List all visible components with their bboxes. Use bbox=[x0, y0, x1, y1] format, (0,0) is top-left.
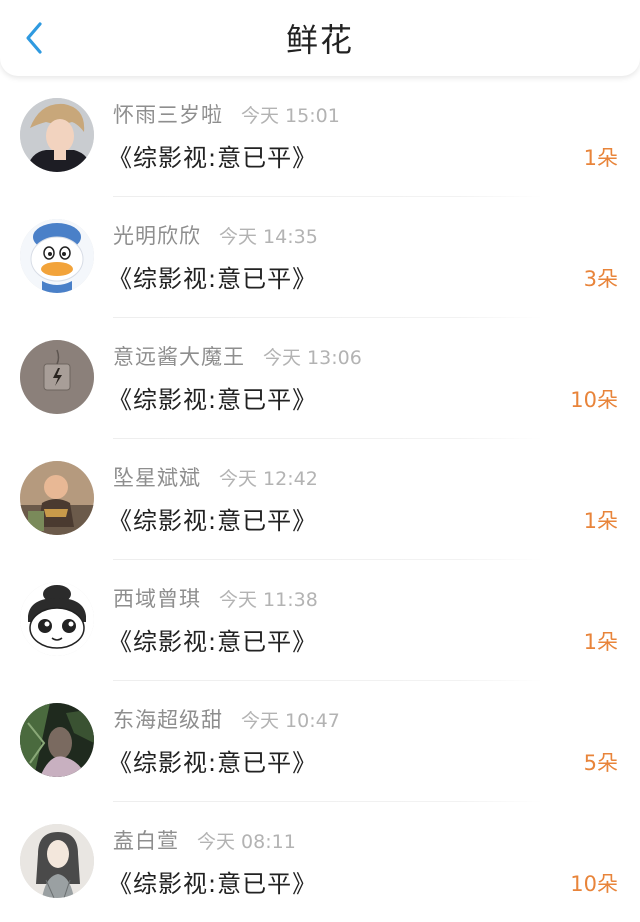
book-title[interactable]: 《综影视:意已平》 bbox=[108, 743, 317, 778]
username[interactable]: 西域曾琪 bbox=[113, 583, 201, 613]
item-meta: 东海超级甜 今天 10:47 bbox=[113, 703, 340, 735]
list-item[interactable]: 意远酱大魔王 今天 13:06 《综影视:意已平》 10朵 bbox=[0, 318, 640, 439]
list-item[interactable]: 东海超级甜 今天 10:47 《综影视:意已平》 5朵 bbox=[0, 681, 640, 802]
page-title: 鲜花 bbox=[285, 21, 354, 59]
book-title[interactable]: 《综影视:意已平》 bbox=[108, 259, 317, 294]
item-meta: 坠星斌斌 今天 12:42 bbox=[113, 461, 318, 493]
nav-header: 鲜花 bbox=[0, 0, 640, 76]
flower-count: 1朵 bbox=[583, 146, 618, 170]
book-title[interactable]: 《综影视:意已平》 bbox=[108, 501, 317, 536]
avatar-cartoon-face[interactable] bbox=[20, 582, 94, 656]
book-title[interactable]: 《综影视:意已平》 bbox=[108, 622, 317, 657]
list-item[interactable]: 光明欣欣 今天 14:35 《综影视:意已平》 3朵 bbox=[0, 197, 640, 318]
book-title[interactable]: 《综影视:意已平》 bbox=[108, 380, 317, 415]
timestamp: 今天 15:01 bbox=[241, 104, 340, 127]
item-meta: 意远酱大魔王 今天 13:06 bbox=[113, 340, 362, 372]
list-item[interactable]: 坠星斌斌 今天 12:42 《综影视:意已平》 1朵 bbox=[0, 439, 640, 560]
timestamp: 今天 14:35 bbox=[219, 225, 318, 248]
flower-count: 1朵 bbox=[583, 630, 618, 654]
flower-list: 怀雨三岁啦 今天 15:01 《综影视:意已平》 1朵 光明欣欣 今天 14:3… bbox=[0, 76, 640, 922]
username[interactable]: 意远酱大魔王 bbox=[113, 341, 245, 371]
book-title[interactable]: 《综影视:意已平》 bbox=[108, 864, 317, 899]
item-meta: 怀雨三岁啦 今天 15:01 bbox=[113, 98, 340, 130]
avatar-photo-boy[interactable] bbox=[20, 98, 94, 172]
list-item[interactable]: 盍白萱 今天 08:11 《综影视:意已平》 10朵 bbox=[0, 802, 640, 922]
item-meta: 盍白萱 今天 08:11 bbox=[113, 824, 296, 856]
list-item[interactable]: 西域曾琪 今天 11:38 《综影视:意已平》 1朵 bbox=[0, 560, 640, 681]
username[interactable]: 东海超级甜 bbox=[113, 704, 223, 734]
avatar-girl-sketch[interactable] bbox=[20, 824, 94, 898]
flower-count: 10朵 bbox=[570, 388, 618, 412]
item-meta: 西域曾琪 今天 11:38 bbox=[113, 582, 318, 614]
flower-count: 5朵 bbox=[583, 751, 618, 775]
avatar-baby[interactable] bbox=[20, 461, 94, 535]
item-meta: 光明欣欣 今天 14:35 bbox=[113, 219, 318, 251]
timestamp: 今天 12:42 bbox=[219, 467, 318, 490]
timestamp: 今天 13:06 bbox=[263, 346, 362, 369]
list-item[interactable]: 怀雨三岁啦 今天 15:01 《综影视:意已平》 1朵 bbox=[0, 76, 640, 197]
book-title[interactable]: 《综影视:意已平》 bbox=[108, 138, 317, 173]
username[interactable]: 坠星斌斌 bbox=[113, 462, 201, 492]
flower-count: 10朵 bbox=[570, 872, 618, 896]
username[interactable]: 盍白萱 bbox=[113, 825, 179, 855]
flower-count: 3朵 bbox=[583, 267, 618, 291]
timestamp: 今天 11:38 bbox=[219, 588, 318, 611]
timestamp: 今天 10:47 bbox=[241, 709, 340, 732]
username[interactable]: 光明欣欣 bbox=[113, 220, 201, 250]
avatar-duck[interactable] bbox=[20, 219, 94, 293]
flower-count: 1朵 bbox=[583, 509, 618, 533]
flowers-page: 鲜花 怀雨三岁啦 今天 15:01 《综影视:意已平》 1朵 光明欣欣 今天 1… bbox=[0, 0, 640, 922]
username[interactable]: 怀雨三岁啦 bbox=[113, 99, 223, 129]
timestamp: 今天 08:11 bbox=[197, 830, 296, 853]
avatar-dark-photo[interactable] bbox=[20, 703, 94, 777]
avatar-tag[interactable] bbox=[20, 340, 94, 414]
